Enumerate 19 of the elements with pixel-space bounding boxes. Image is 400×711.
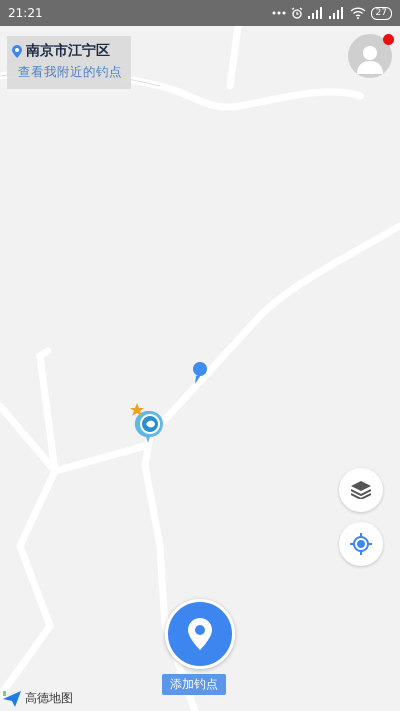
layers-icon [351,481,371,499]
alarm-icon [290,7,303,19]
location-pin-icon [12,44,22,58]
pin-icon [188,618,212,650]
map-logo-text: 高德地图 [25,690,73,707]
battery-level: 27 [370,6,392,20]
paper-plane-icon [3,690,21,706]
wifi-icon [350,7,366,19]
city-name: 南京市江宁区 [26,42,110,60]
nearby-spots-link[interactable]: 查看我附近的钓点 [12,64,131,81]
fishing-spot-marker-icon[interactable] [130,403,166,443]
add-spot-label: 添加钓点 [162,674,226,695]
location-dot-icon [192,362,208,384]
signal-icon [328,7,345,19]
locate-icon [350,533,372,555]
status-time: 21:21 [8,6,43,20]
signal-icon [308,7,324,19]
more-dots-icon [272,11,286,15]
person-icon [357,44,383,74]
